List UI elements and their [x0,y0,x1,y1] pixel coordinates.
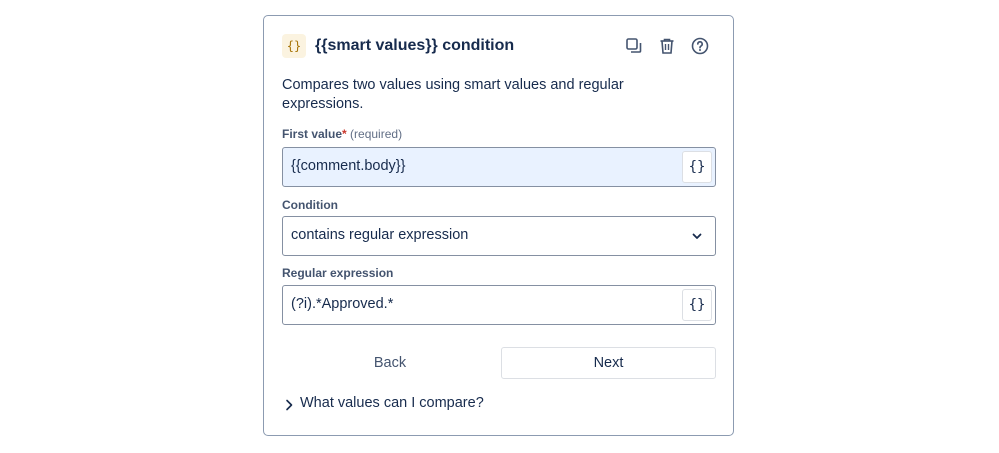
back-button[interactable]: Back [282,347,498,379]
condition-select[interactable]: contains regular expression [282,216,716,256]
next-button[interactable]: Next [501,347,716,379]
first-value-smart-value-button[interactable]: {} [682,151,712,183]
panel-title: {{smart values}} condition [315,37,515,54]
regex-label: Regular expression [282,266,394,280]
regex-value-text: (?i).*Approved.* [291,296,394,312]
condition-label: Condition [282,198,338,212]
first-value-label: First value* (required) [282,127,402,141]
chevron-right-icon [286,399,293,411]
chevron-down-icon [692,233,702,239]
condition-selected-value: contains regular expression [291,227,469,243]
first-value-label-text: First value [282,127,343,141]
required-star: * [342,127,347,141]
expander-label: What values can I compare? [300,395,484,411]
delete-button[interactable] [657,36,677,56]
duplicate-icon [626,38,642,53]
duplicate-button[interactable] [624,36,644,56]
regex-input[interactable]: (?i).*Approved.* {} [282,285,716,325]
help-icon [691,37,709,55]
smart-values-condition-panel: {} {{smart values}} condition Compares t… [263,15,734,436]
help-button[interactable] [690,36,710,56]
first-value-input[interactable]: {{comment.body}} {} [282,147,716,187]
first-value-text: {{comment.body}} [291,158,406,174]
panel-header: {} {{smart values}} condition [282,34,715,60]
condition-description: Compares two values using smart values a… [282,77,624,112]
trash-icon [660,38,674,54]
required-hint: (required) [350,127,403,141]
regex-smart-value-button[interactable]: {} [682,289,712,321]
curly-braces-icon: {} [282,34,306,58]
